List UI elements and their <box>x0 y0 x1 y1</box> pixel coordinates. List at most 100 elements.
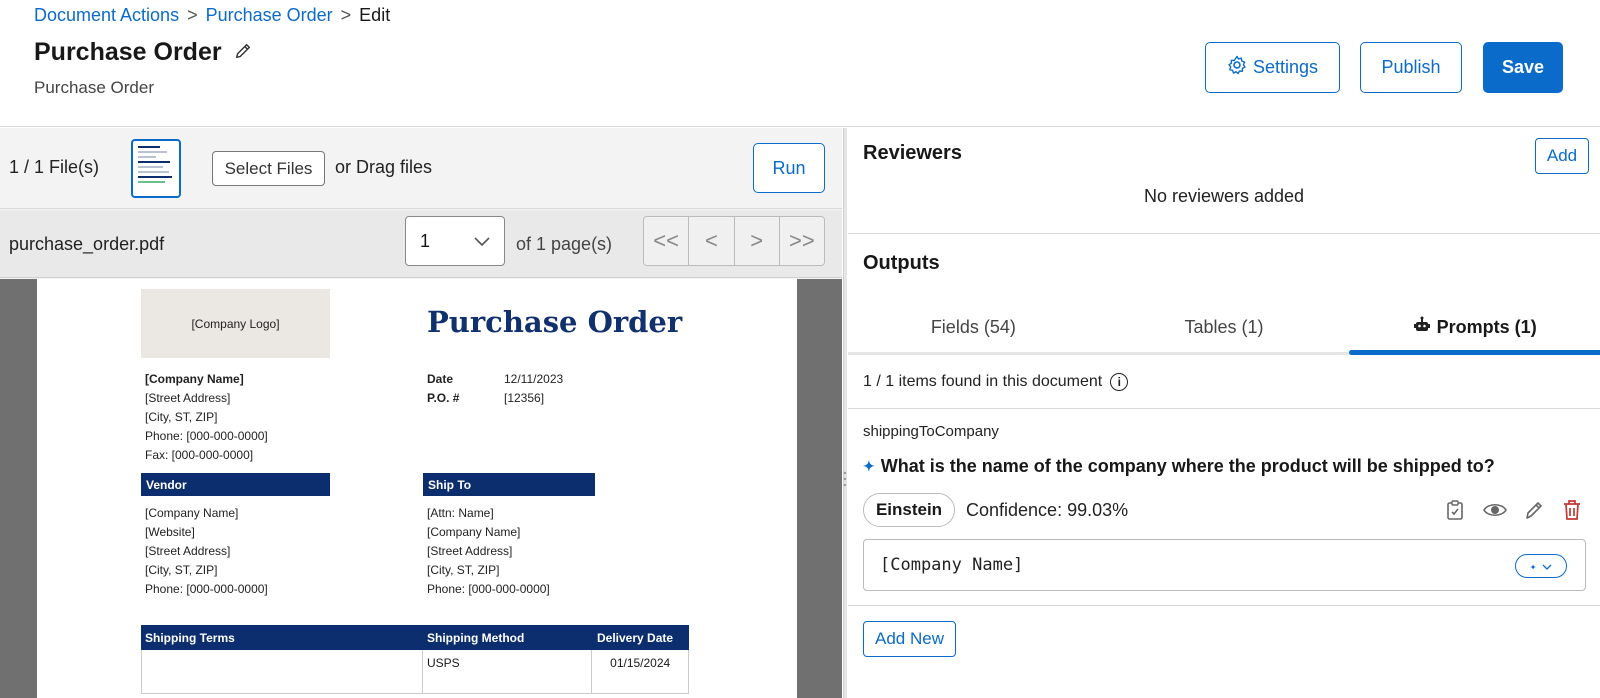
ship-to-heading: Ship To <box>423 473 595 496</box>
run-button-label: Run <box>772 157 806 178</box>
prompt-field-key: shippingToCompany <box>863 423 999 440</box>
edit-title-pencil-icon[interactable] <box>234 38 252 67</box>
last-page-button[interactable]: >> <box>779 217 824 265</box>
breadcrumb-document-actions[interactable]: Document Actions <box>34 5 179 26</box>
shipping-table: Shipping Terms Shipping Method Delivery … <box>141 625 689 694</box>
outputs-title: Outputs <box>863 252 940 274</box>
sparkle-icon: ✦ <box>863 458 875 474</box>
items-found-row: 1 / 1 items found in this document i <box>863 373 1129 391</box>
confidence-score: Confidence: 99.03% <box>966 500 1129 520</box>
vendor-block: [Company Name] [Website] [Street Address… <box>145 504 268 599</box>
company-name: [Company Name] <box>145 372 244 386</box>
delivery-date-cell: 01/15/2024 <box>610 656 671 670</box>
publish-button[interactable]: Publish <box>1360 42 1462 93</box>
vendor-street: [Street Address] <box>145 544 231 558</box>
no-reviewers-text: No reviewers added <box>1143 186 1305 206</box>
ship-to-phone: Phone: [000-000-0000] <box>427 582 550 596</box>
prompt-question: What is the name of the company where th… <box>880 456 1495 476</box>
section-divider <box>848 408 1600 409</box>
settings-button[interactable]: Settings <box>1205 42 1340 93</box>
shipping-table-header: Shipping Terms Shipping Method Delivery … <box>141 625 689 650</box>
document-viewer[interactable]: [Company Logo] Purchase Order [Company N… <box>0 279 842 698</box>
page-title-row: Purchase Order <box>34 38 252 67</box>
breadcrumb-separator: > <box>187 5 198 25</box>
vendor-city: [City, ST, ZIP] <box>145 563 218 577</box>
pager-buttons: << < > >> <box>643 216 825 266</box>
tab-fields-label: Fields (54) <box>930 317 1016 337</box>
tab-tables[interactable]: Tables (1) <box>1099 303 1350 352</box>
tab-tables-label: Tables (1) <box>1184 317 1264 337</box>
file-name: purchase_order.pdf <box>9 234 165 254</box>
shipping-table-row: USPS 01/15/2024 <box>141 650 689 694</box>
info-icon[interactable]: i <box>1110 373 1129 391</box>
section-divider <box>848 605 1600 606</box>
page-header: Document Actions > Purchase Order > Edit… <box>0 0 1600 127</box>
prompt-question-row: ✦ What is the name of the company where … <box>863 456 1495 477</box>
company-block: [Company Name] [Street Address] [City, S… <box>145 370 268 465</box>
file-thumbnail[interactable] <box>131 139 181 198</box>
clipboard-icon[interactable] <box>1442 497 1468 523</box>
save-button[interactable]: Save <box>1483 42 1563 93</box>
resize-handle-icon[interactable] <box>843 470 847 488</box>
run-button[interactable]: Run <box>753 143 825 193</box>
page-number-value: 1 <box>420 230 431 251</box>
previous-page-button[interactable]: < <box>689 217 735 265</box>
delete-trash-icon[interactable] <box>1559 497 1585 523</box>
company-phone: Phone: [000-000-0000] <box>145 429 268 443</box>
next-page-button[interactable]: > <box>734 217 780 265</box>
pane-divider[interactable] <box>843 128 847 698</box>
reviewers-title: Reviewers <box>863 142 962 164</box>
save-button-label: Save <box>1501 57 1545 77</box>
gear-icon <box>1227 55 1247 80</box>
document-page: [Company Logo] Purchase Order [Company N… <box>37 279 797 698</box>
breadcrumb-purchase-order[interactable]: Purchase Order <box>206 5 333 26</box>
company-fax: Fax: [000-000-0000] <box>145 448 254 462</box>
select-files-button[interactable]: Select Files <box>212 151 325 186</box>
outputs-tabs: Fields (54) Tables (1) Prompts (1) <box>848 303 1600 355</box>
ship-to-block: [Attn: Name] [Company Name] [Street Addr… <box>427 504 550 599</box>
settings-button-label: Settings <box>1252 57 1319 77</box>
prompt-answer-field[interactable]: [Company Name] ✦ <box>863 539 1586 591</box>
po-label: P.O. # <box>427 391 460 405</box>
ship-to-name: [Company Name] <box>427 525 521 539</box>
breadcrumb-separator: > <box>340 5 352 25</box>
section-divider <box>848 233 1600 234</box>
ship-to-street: [Street Address] <box>427 544 513 558</box>
company-logo-placeholder: [Company Logo] <box>141 289 330 358</box>
tab-fields[interactable]: Fields (54) <box>848 303 1099 352</box>
publish-button-label: Publish <box>1381 57 1441 77</box>
first-page-button[interactable]: << <box>644 217 690 265</box>
date-value: 12/11/2023 <box>504 372 564 386</box>
page-number-select[interactable]: 1 <box>405 216 505 266</box>
add-new-prompt-button[interactable]: Add New <box>863 621 956 657</box>
items-found-text: 1 / 1 items found in this document <box>863 373 1103 390</box>
edit-pencil-icon[interactable] <box>1521 497 1547 523</box>
tab-prompts[interactable]: Prompts (1) <box>1349 303 1600 355</box>
einstein-model-dropdown[interactable]: ✦ <box>1515 554 1567 578</box>
document-title: Purchase Order <box>427 305 683 339</box>
ship-to-city: [City, ST, ZIP] <box>427 563 500 577</box>
prompt-answer-value: [Company Name] <box>880 555 1024 575</box>
ship-to-attn: [Attn: Name] <box>427 506 494 520</box>
breadcrumb-current: Edit <box>359 5 391 25</box>
shipping-terms-cell <box>142 650 423 693</box>
drag-files-text: or Drag files <box>335 157 433 177</box>
date-label: Date <box>427 372 454 386</box>
shipping-method-cell: USPS <box>423 650 593 693</box>
outputs-pane: Reviewers Add No reviewers added Outputs… <box>848 128 1600 698</box>
company-city: [City, ST, ZIP] <box>145 410 218 424</box>
vendor-phone: Phone: [000-000-0000] <box>145 582 268 596</box>
page-count: of 1 page(s) <box>516 234 613 254</box>
add-reviewer-button[interactable]: Add <box>1535 138 1589 174</box>
delivery-date-header: Delivery Date <box>597 630 674 645</box>
po-value: [12356] <box>504 391 545 405</box>
shipping-terms-header: Shipping Terms <box>145 630 235 645</box>
page-subtitle: Purchase Order <box>34 78 154 97</box>
document-preview-pane: 1 / 1 File(s) Select Files or Drag files… <box>0 128 842 698</box>
vendor-website: [Website] <box>145 525 195 539</box>
shipping-method-header: Shipping Method <box>427 630 525 645</box>
tab-prompts-label: Prompts (1) <box>1436 317 1537 337</box>
robot-icon <box>1413 316 1431 339</box>
chevron-down-icon <box>1542 560 1552 573</box>
eye-icon[interactable] <box>1482 497 1508 523</box>
